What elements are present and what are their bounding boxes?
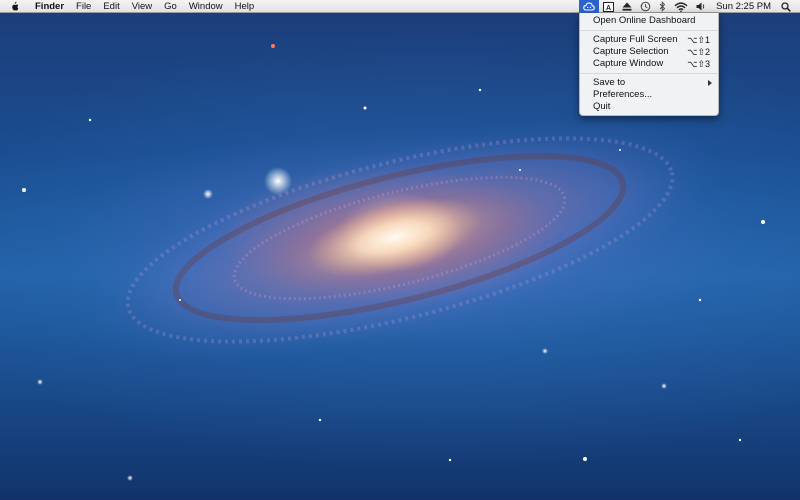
capture-full-screen-label: Capture Full Screen <box>593 34 678 45</box>
capture-selection-shortcut: ⌥⇧2 <box>687 47 710 57</box>
menubar-clock[interactable]: Sun 2:25 PM <box>710 0 777 13</box>
submenu-arrow-icon <box>708 80 712 86</box>
save-to-label: Save to <box>593 77 626 88</box>
open-online-dashboard-label: Open Online Dashboard <box>593 15 696 26</box>
apple-logo-icon[interactable] <box>10 1 19 12</box>
menu-file[interactable]: File <box>70 0 97 13</box>
volume-icon[interactable] <box>692 0 710 13</box>
status-area: A Sun 2:25 PM <box>579 0 800 13</box>
desktop: Finder File Edit View Go Window Help A S… <box>0 0 800 500</box>
menu-window[interactable]: Window <box>183 0 229 13</box>
wifi-icon[interactable] <box>670 0 692 13</box>
capture-status-menu: Open Online Dashboard Capture Full Scree… <box>579 13 719 116</box>
capture-window-shortcut: ⌥⇧3 <box>687 59 710 69</box>
open-online-dashboard-item[interactable]: Open Online Dashboard <box>580 15 718 27</box>
quit-label: Quit <box>593 101 611 112</box>
capture-selection-item[interactable]: Capture Selection ⌥⇧2 <box>580 46 718 58</box>
capture-selection-label: Capture Selection <box>593 46 669 57</box>
menu-app-name[interactable]: Finder <box>29 0 70 13</box>
svg-text:A: A <box>606 4 611 11</box>
cloud-capture-icon[interactable] <box>579 0 600 13</box>
menu-separator <box>580 73 718 74</box>
text-input-icon[interactable]: A <box>599 0 618 13</box>
eject-icon[interactable] <box>618 0 636 13</box>
bluetooth-icon[interactable] <box>655 0 670 13</box>
capture-full-screen-shortcut: ⌥⇧1 <box>687 35 710 45</box>
preferences-item[interactable]: Preferences... <box>580 89 718 101</box>
time-machine-icon[interactable] <box>636 0 655 13</box>
menu-bar: Finder File Edit View Go Window Help A S… <box>0 0 800 13</box>
quit-item[interactable]: Quit <box>580 101 718 113</box>
spotlight-search-icon[interactable] <box>777 0 800 13</box>
save-to-item[interactable]: Save to <box>580 77 718 89</box>
menu-go[interactable]: Go <box>158 0 183 13</box>
menu-edit[interactable]: Edit <box>97 0 125 13</box>
menu-separator <box>580 30 718 31</box>
capture-window-item[interactable]: Capture Window ⌥⇧3 <box>580 58 718 70</box>
menu-view[interactable]: View <box>126 0 158 13</box>
menu-help[interactable]: Help <box>229 0 261 13</box>
capture-full-screen-item[interactable]: Capture Full Screen ⌥⇧1 <box>580 34 718 46</box>
preferences-label: Preferences... <box>593 89 653 100</box>
capture-window-label: Capture Window <box>593 58 664 69</box>
